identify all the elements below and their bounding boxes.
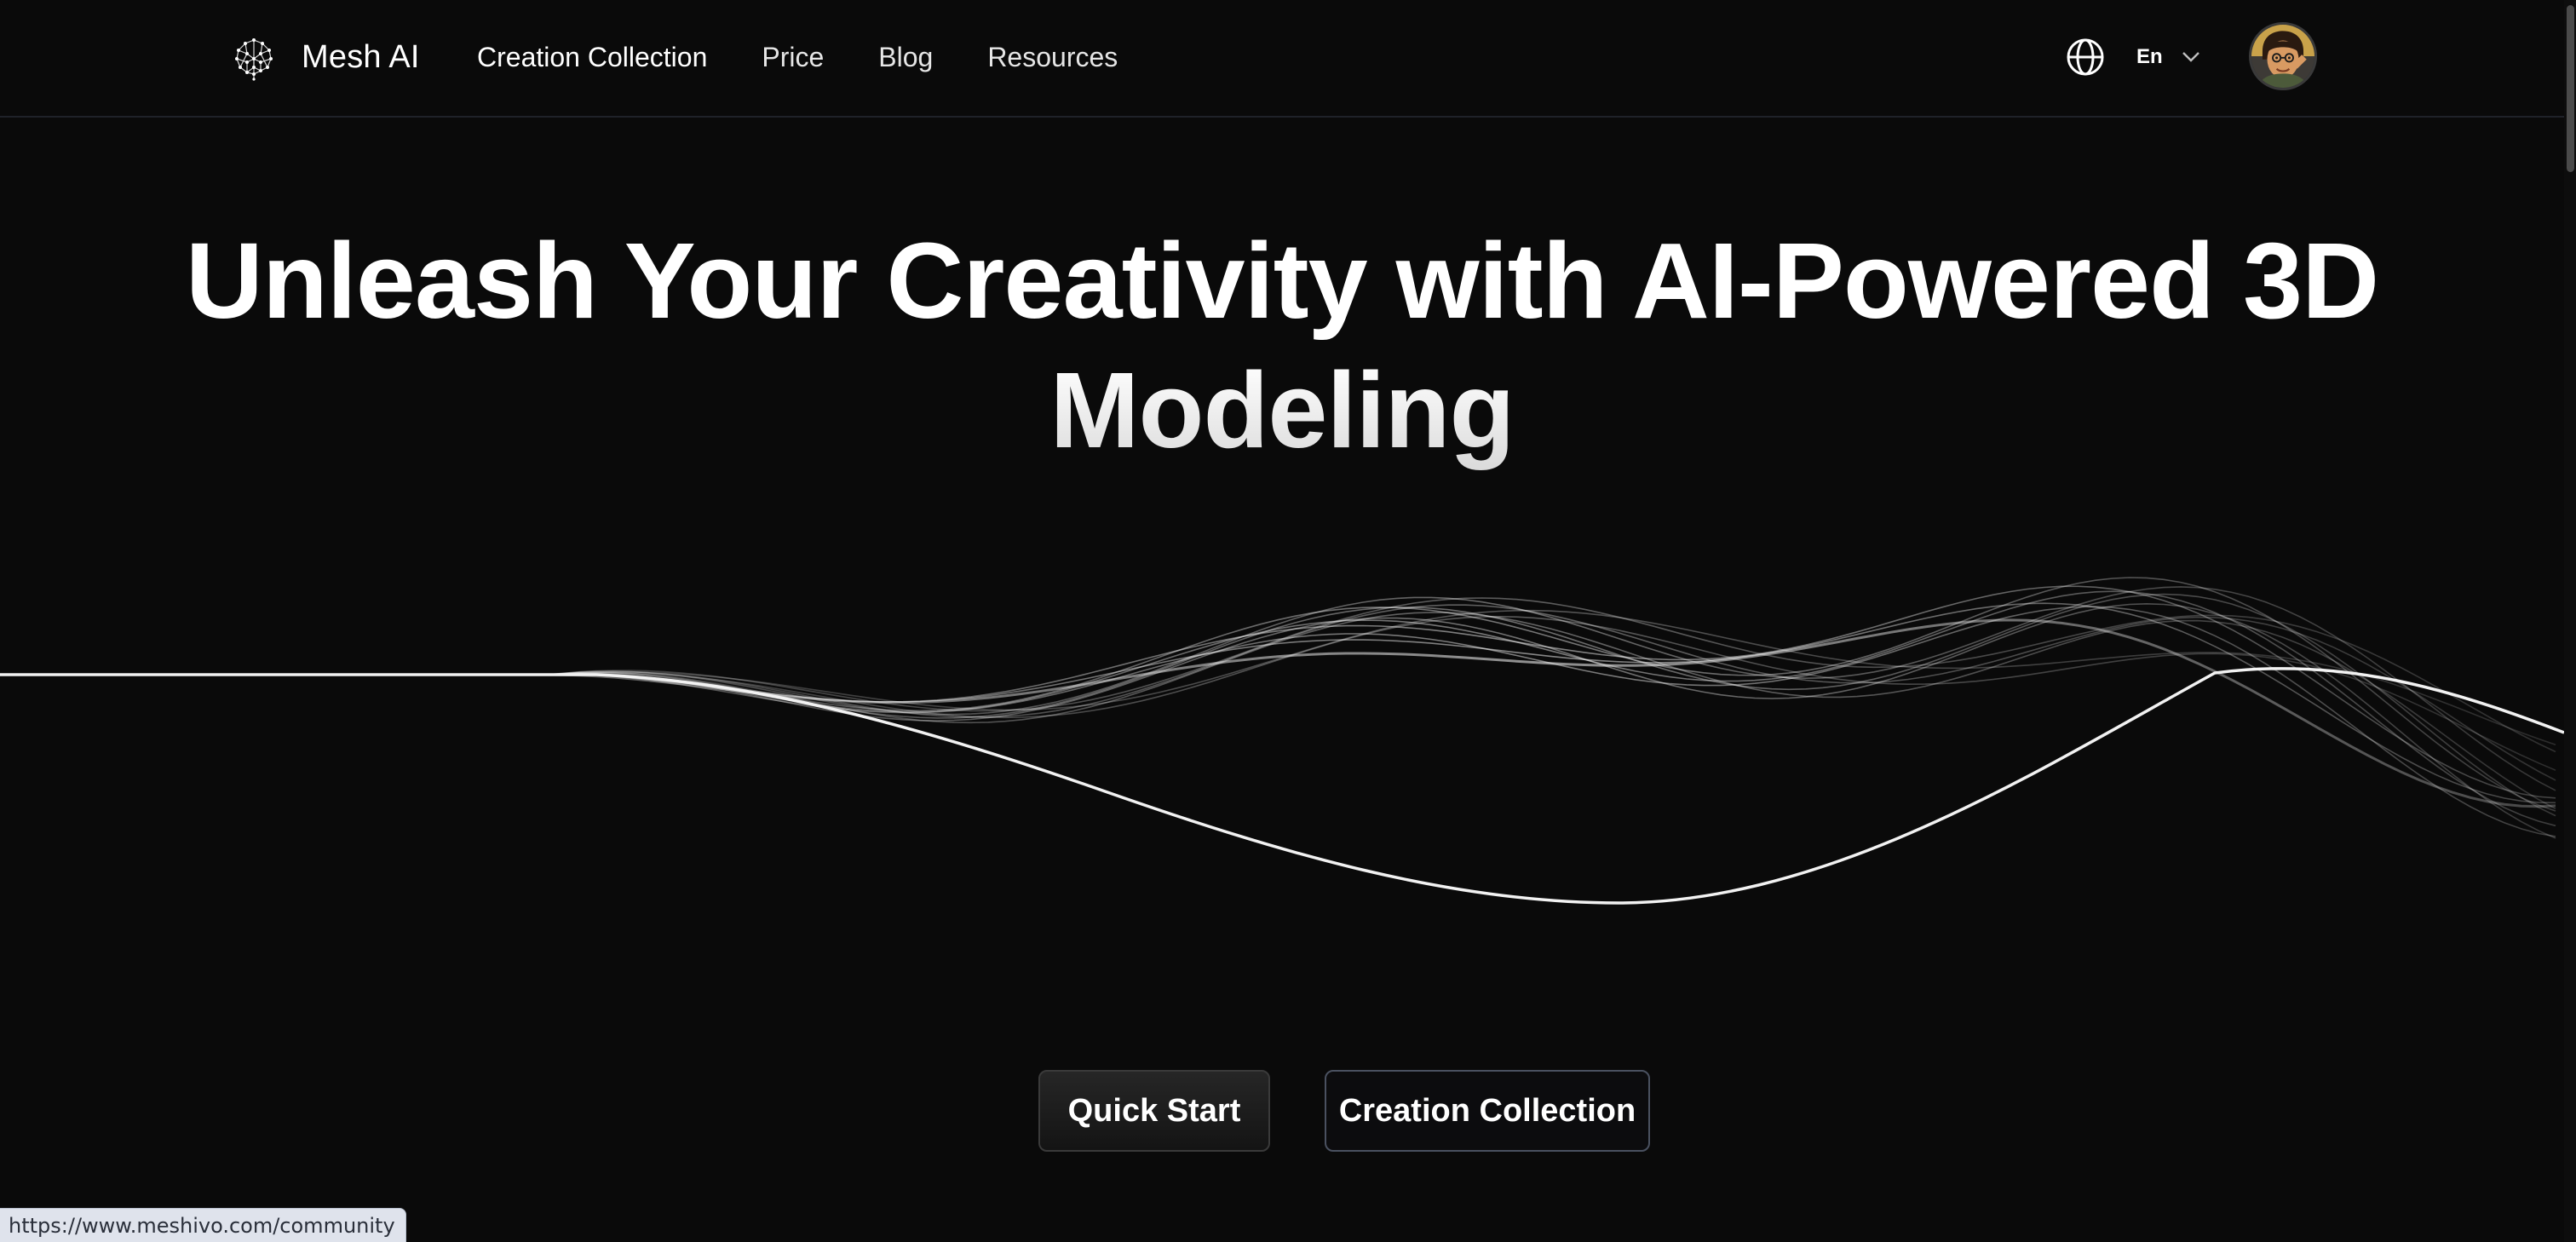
chevron-down-icon xyxy=(2182,52,2199,62)
hero-actions: Quick Start Creation Collection xyxy=(0,1070,2564,1152)
brain-mesh-icon xyxy=(235,38,273,81)
quick-start-button[interactable]: Quick Start xyxy=(1038,1070,1270,1152)
language-selector[interactable]: En xyxy=(2065,34,2200,80)
scrollbar-thumb[interactable] xyxy=(2567,5,2574,172)
avatar-image xyxy=(2251,25,2314,88)
main-nav: Creation Collection Price Blog Resources xyxy=(477,36,1172,78)
wave-line xyxy=(0,618,2556,808)
wave-lead-line xyxy=(0,667,2564,905)
brand-logo-link[interactable]: Mesh AI xyxy=(230,31,420,83)
user-avatar[interactable] xyxy=(2249,22,2317,90)
top-navbar: Mesh AI Creation Collection Price Blog R… xyxy=(0,0,2576,118)
hero-title: Unleash Your Creativity with AI-Powered … xyxy=(0,216,2564,475)
nav-blog[interactable]: Blog xyxy=(878,42,933,73)
nav-price[interactable]: Price xyxy=(762,42,824,73)
nav-creation-collection[interactable]: Creation Collection xyxy=(477,42,707,73)
page-scrollbar[interactable] xyxy=(2564,0,2576,1242)
wave-line xyxy=(0,590,2556,827)
wave-line xyxy=(0,577,2556,812)
status-bar-url: https://www.meshivo.com/community xyxy=(0,1208,406,1242)
page: Mesh AI Creation Collection Price Blog R… xyxy=(0,0,2576,1242)
globe-icon xyxy=(2067,38,2104,76)
nav-resources[interactable]: Resources xyxy=(987,42,1118,73)
language-label: En xyxy=(2136,45,2163,68)
wave-lines-decoration xyxy=(0,577,2564,905)
wave-line xyxy=(0,612,2556,810)
creation-collection-button[interactable]: Creation Collection xyxy=(1325,1070,1650,1152)
brand-name: Mesh AI xyxy=(302,38,420,75)
